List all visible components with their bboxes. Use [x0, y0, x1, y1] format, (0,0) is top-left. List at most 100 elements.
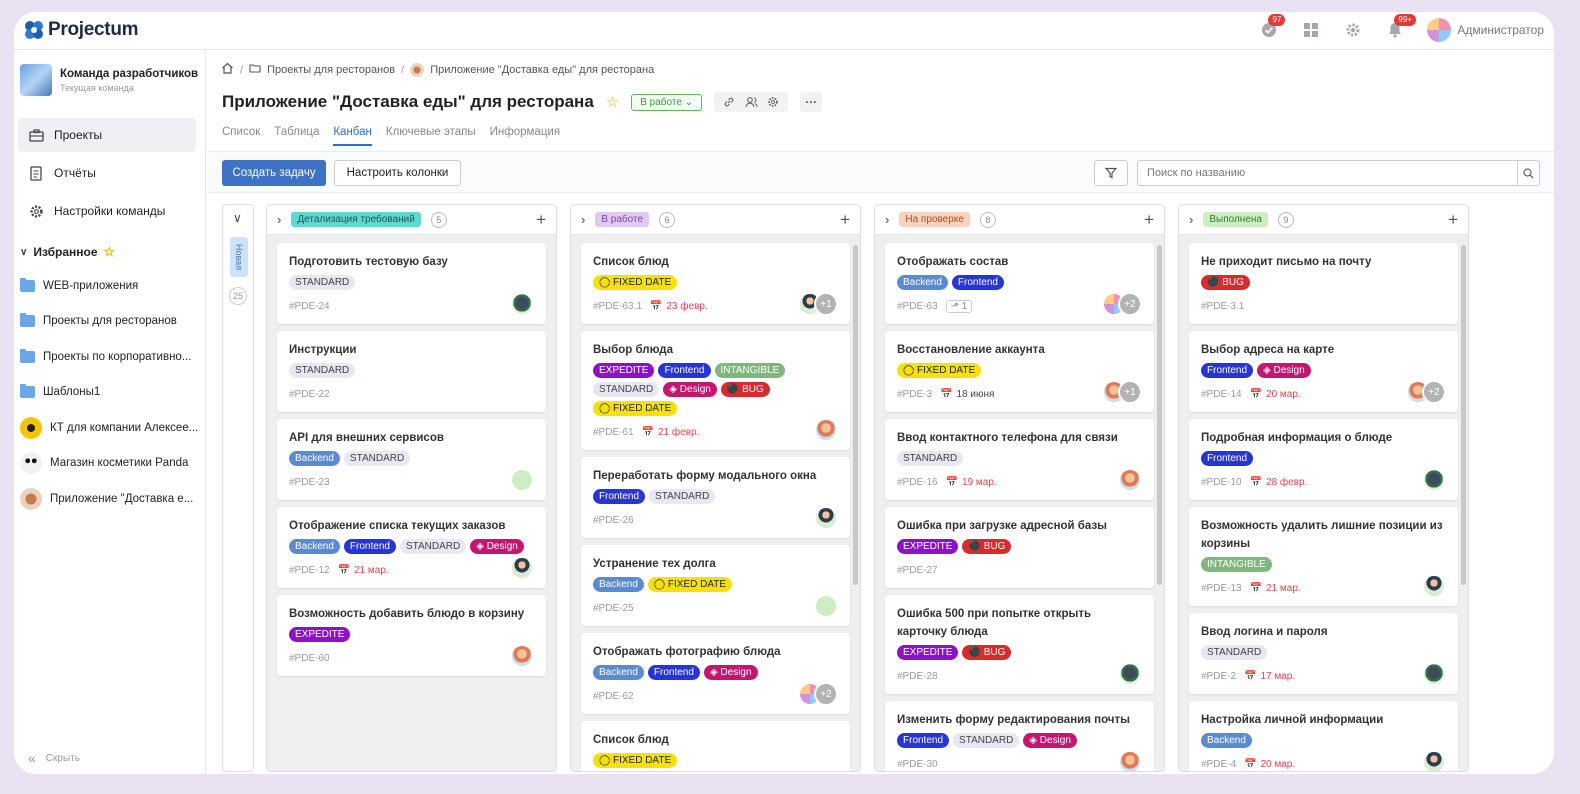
task-card[interactable]: Отображать состав Backend Frontend #PDE-63 ⬏… [885, 243, 1154, 324]
assignee-avatar[interactable] [1118, 662, 1142, 686]
sidebar-item-projects[interactable]: Проекты [18, 118, 196, 152]
assignees [510, 468, 534, 492]
favorite-item[interactable]: Магазин косметики Panda [18, 446, 204, 482]
task-card[interactable]: Список блюд ◯ FIXED DATE #PDE-63.1 📅 23 февр… [581, 243, 850, 324]
collapsed-column-new[interactable]: ∨ Новая 25 [222, 204, 254, 772]
home-icon[interactable] [221, 62, 234, 77]
check-circle-icon[interactable]: 97 [1259, 14, 1286, 40]
assignee-avatar[interactable] [1118, 468, 1142, 492]
assignee-avatar[interactable] [510, 644, 534, 668]
task-card[interactable]: Отображение списка текущих заказов Backen… [277, 507, 546, 588]
task-card[interactable]: Ввод контактного телефона для связи STAND… [885, 419, 1154, 500]
chevron-right-icon[interactable]: › [581, 212, 585, 227]
favorite-item[interactable]: Проекты для ресторанов [18, 304, 204, 340]
favorite-item[interactable]: КТ для компании Алексее... [18, 410, 204, 446]
tab-info[interactable]: Информация [490, 126, 560, 146]
assignee-avatar[interactable] [510, 292, 534, 316]
assignee-avatar[interactable] [1422, 662, 1446, 686]
breadcrumb-item[interactable]: Проекты для ресторанов [267, 64, 395, 76]
tag-label: STANDARD [405, 541, 461, 552]
task-card[interactable]: Ввод логина и пароля STANDARD #PDE-2 📅 17 ма… [1189, 613, 1458, 694]
task-card[interactable]: Восстановление аккаунта ◯ FIXED DATE #PDE-… [885, 331, 1154, 412]
favorite-item[interactable]: Проекты по корпоративно... [18, 339, 204, 375]
team-switcher[interactable]: Команда разработчиков Текущая команда [20, 64, 198, 96]
tab-kanban[interactable]: Канбан [333, 126, 372, 146]
favorite-item[interactable]: WEB-приложения [18, 268, 204, 304]
collapse-sidebar-button[interactable]: « Скрыть [28, 750, 80, 766]
assignee-avatar[interactable] [1118, 750, 1142, 771]
task-title: Выбор адреса на карте [1201, 344, 1335, 356]
user-menu[interactable]: Администратор [1427, 18, 1544, 42]
favorites-header[interactable]: ∨ Избранное ☆ [18, 240, 204, 264]
sidebar-item-team-settings[interactable]: Настройки команды [18, 194, 196, 228]
task-card[interactable]: Отображать фотографию блюда Backend Fronte… [581, 633, 850, 714]
tab-milestones[interactable]: Ключевые этапы [386, 126, 476, 146]
assignee-avatar[interactable] [814, 506, 838, 530]
chevron-down-icon[interactable]: ∨ [233, 211, 242, 225]
assignee-avatar[interactable] [814, 418, 838, 442]
more-assignees[interactable]: +1 [814, 292, 838, 316]
task-card[interactable]: Выбор блюда EXPEDITE Frontend INTANGIBLE STA… [581, 331, 850, 450]
search-icon[interactable] [1517, 161, 1539, 185]
tag-list: INTANGIBLE [1201, 557, 1446, 572]
create-task-button[interactable]: Создать задачу [222, 160, 326, 186]
configure-columns-button[interactable]: Настроить колонки [334, 160, 461, 186]
chevron-right-icon[interactable]: › [277, 212, 281, 227]
assignee-avatar[interactable] [814, 594, 838, 618]
add-card-icon[interactable]: + [536, 210, 546, 230]
tag-label: STANDARD [1207, 647, 1262, 658]
task-card[interactable]: Ошибка при загрузке адресной базы EXPEDIT… [885, 507, 1154, 588]
task-card[interactable]: Подробная информация о блюде Frontend #PDE… [1189, 419, 1458, 500]
assignee-avatar[interactable] [510, 468, 534, 492]
assignee-avatar[interactable] [510, 556, 534, 580]
more-assignees[interactable]: +2 [1118, 292, 1142, 316]
task-card[interactable]: Выбор адреса на карте Frontend ◈ Design #PD… [1189, 331, 1458, 412]
more-assignees[interactable]: +2 [814, 682, 838, 706]
more-assignees[interactable]: +1 [1118, 380, 1142, 404]
task-card[interactable]: Подготовить тестовую базу STANDARD #PDE-24 [277, 243, 546, 324]
tab-list[interactable]: Список [222, 126, 260, 146]
assignee-avatar[interactable] [1422, 468, 1446, 492]
status-dropdown[interactable]: В работе ⌄ [631, 93, 703, 111]
favorite-item[interactable]: Приложение "Доставка е... [18, 481, 204, 517]
assignees [1118, 662, 1142, 686]
task-card[interactable]: Устранение тех долга Backend ◯ FIXED DATE #… [581, 545, 850, 626]
tab-table[interactable]: Таблица [274, 126, 319, 146]
task-card[interactable]: Настройка личной информации Backend #PDE-4… [1189, 701, 1458, 771]
sidebar-item-reports[interactable]: Отчёты [18, 156, 196, 190]
task-card[interactable]: Инструкции STANDARD #PDE-22 [277, 331, 546, 412]
add-card-icon[interactable]: + [840, 210, 850, 230]
users-icon[interactable] [741, 95, 761, 109]
gear-icon[interactable] [1343, 20, 1363, 40]
more-assignees[interactable]: +2 [1422, 380, 1446, 404]
chevron-right-icon[interactable]: › [885, 212, 889, 227]
task-id: #PDE-22 [289, 388, 330, 400]
logo[interactable]: Projectum [22, 18, 139, 42]
assignee-avatar[interactable] [1422, 750, 1446, 771]
add-card-icon[interactable]: + [1448, 210, 1458, 230]
grid-icon[interactable] [1301, 20, 1321, 40]
add-card-icon[interactable]: + [1144, 210, 1154, 230]
task-card[interactable]: API для внешних сервисов Backend STANDARD #… [277, 419, 546, 500]
bell-icon[interactable]: 99+ [1385, 14, 1416, 40]
search-input[interactable] [1138, 161, 1517, 185]
task-card[interactable]: Изменить форму редактирования почты Front… [885, 701, 1154, 771]
task-card[interactable]: Возможность добавить блюдо в корзину EXPE… [277, 595, 546, 676]
more-icon[interactable]: ··· [800, 92, 823, 112]
breadcrumb-item[interactable]: Приложение "Доставка еды" для ресторана [430, 64, 654, 76]
link-icon[interactable] [719, 95, 739, 109]
task-card[interactable]: Ошибка 500 при попытке открыть карточку … [885, 595, 1154, 694]
settings-icon[interactable] [763, 95, 783, 109]
favorite-star-icon[interactable]: ☆ [606, 93, 619, 111]
column-scrollbar[interactable] [1157, 245, 1162, 585]
task-card[interactable]: Переработать форму модального окна Fronte… [581, 457, 850, 538]
task-card[interactable]: Не приходит письмо на почту ⚫ BUG #PDE-3.1 [1189, 243, 1458, 324]
chevron-right-icon[interactable]: › [1189, 212, 1193, 227]
task-card[interactable]: Возможность удалить лишние позиции из ко… [1189, 507, 1458, 606]
column-scrollbar[interactable] [853, 245, 858, 585]
assignee-avatar[interactable] [1422, 574, 1446, 598]
task-card[interactable]: Список блюд ◯ FIXED DATE [581, 721, 850, 771]
column-scrollbar[interactable] [1461, 245, 1466, 585]
filter-icon[interactable] [1094, 160, 1128, 186]
favorite-item[interactable]: Шаблоны1 [18, 375, 204, 411]
